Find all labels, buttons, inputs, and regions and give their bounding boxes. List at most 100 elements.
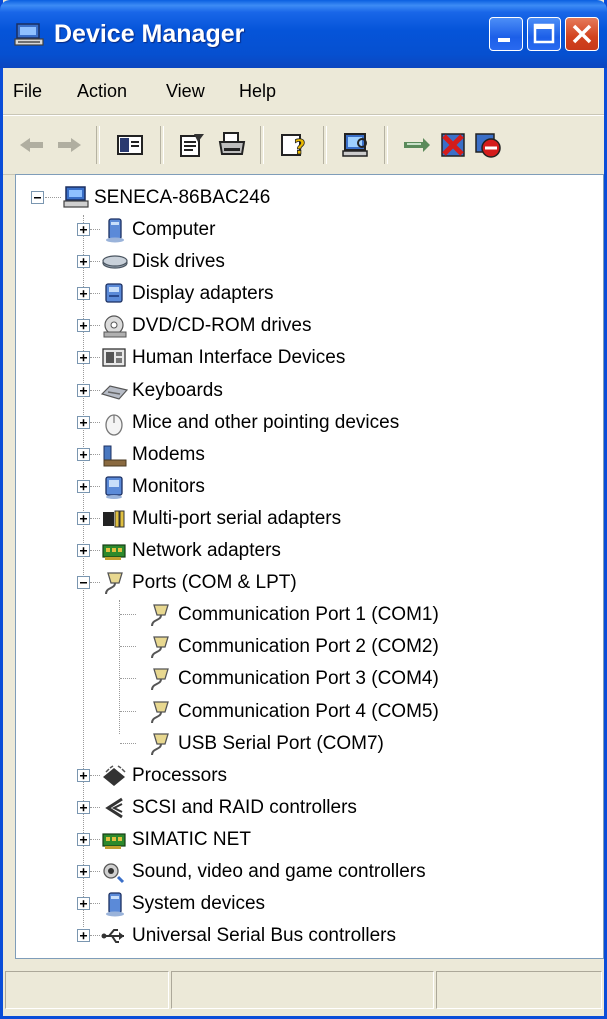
tree-port-item[interactable]: Communication Port 3 (COM4) — [146, 664, 439, 694]
tree-category-label: Human Interface Devices — [132, 347, 346, 369]
tree-guide-line — [90, 550, 100, 551]
minimize-button[interactable] — [489, 17, 523, 51]
toolbar: ? — [3, 115, 604, 175]
tree-category-sound-video-and-game-controllers[interactable]: Sound, video and game controllers — [100, 857, 426, 887]
tree-category-mice-and-other-pointing-devices[interactable]: Mice and other pointing devices — [100, 408, 399, 438]
tree-category-label: Sound, video and game controllers — [132, 861, 426, 882]
plus-icon — [80, 258, 87, 266]
tree-category-display-adapters[interactable]: Display adapters — [100, 279, 274, 309]
device-tree[interactable]: SENECA-86BAC246 Computer Disk drives Displ… — [15, 174, 604, 959]
usb-icon — [101, 929, 124, 944]
plus-icon — [80, 547, 87, 555]
tree-category-label: Universal Serial Bus controllers — [132, 925, 396, 947]
menu-help[interactable]: Help — [239, 81, 276, 102]
tree-category-human-interface-devices[interactable]: Human Interface Devices — [100, 343, 345, 373]
forward-arrow-icon[interactable] — [53, 130, 85, 160]
network-adapter-icon — [102, 544, 126, 560]
tree-guide-line — [90, 421, 100, 423]
tree-root[interactable]: SENECA-86BAC246 — [62, 183, 270, 213]
uninstall-icon[interactable] — [437, 130, 469, 160]
tree-guide-line — [90, 261, 100, 263]
plus-icon — [80, 900, 87, 908]
maximize-icon — [533, 23, 555, 44]
processor-icon — [103, 765, 126, 786]
menu-action[interactable]: Action — [77, 81, 127, 102]
tree-category-monitors[interactable]: Monitors — [100, 472, 205, 502]
tree-expand-toggle[interactable] — [77, 287, 90, 301]
tree-port-item[interactable]: Communication Port 1 (COM1) — [146, 600, 439, 630]
minus-icon — [80, 582, 87, 584]
tree-expand-toggle[interactable] — [77, 865, 90, 878]
tree-category-universal-serial-bus-controllers[interactable]: Universal Serial Bus controllers — [100, 921, 396, 951]
menu-file[interactable]: File — [13, 81, 42, 102]
tree-expand-toggle[interactable] — [77, 544, 90, 557]
tree-guide-line — [90, 325, 100, 327]
scan-hardware-icon[interactable] — [340, 130, 372, 160]
toolbar-separator — [96, 126, 100, 164]
tree-category-processors[interactable]: Processors — [100, 761, 227, 791]
properties-icon[interactable] — [176, 130, 208, 160]
root-collapse-toggle[interactable] — [31, 191, 44, 204]
plus-icon — [80, 226, 87, 234]
tree-expand-toggle[interactable] — [77, 351, 90, 365]
tree-expand-toggle[interactable] — [77, 223, 90, 236]
tree-category-disk-drives[interactable]: Disk drives — [100, 247, 225, 277]
tree-expand-toggle[interactable] — [77, 897, 90, 911]
tree-expand-toggle[interactable] — [77, 415, 90, 429]
back-arrow-icon[interactable] — [16, 130, 48, 160]
tree-port-item[interactable]: Communication Port 4 (COM5) — [146, 697, 439, 727]
tree-expand-toggle[interactable] — [77, 511, 90, 525]
tree-category-system-devices[interactable]: System devices — [100, 889, 265, 919]
show-hide-console-tree-icon[interactable] — [114, 130, 146, 160]
tree-expand-toggle[interactable] — [77, 319, 90, 333]
port-icon — [151, 604, 169, 627]
tree-expand-toggle[interactable] — [77, 768, 90, 782]
tree-category-keyboards[interactable]: Keyboards — [100, 376, 223, 406]
close-button[interactable] — [565, 17, 599, 51]
tree-expand-toggle[interactable] — [77, 576, 90, 590]
tree-category-computer[interactable]: Computer — [100, 215, 215, 245]
update-driver-icon[interactable] — [401, 130, 433, 160]
tree-expand-toggle[interactable] — [77, 929, 90, 943]
tree-expand-toggle[interactable] — [77, 800, 90, 814]
tree-guide-line — [120, 710, 136, 712]
tree-guide-line — [90, 293, 100, 295]
tree-category-scsi-and-raid-controllers[interactable]: SCSI and RAID controllers — [100, 793, 357, 823]
tree-guide-line — [90, 357, 100, 359]
tree-category-label: Computer — [132, 219, 216, 240]
tree-expand-toggle[interactable] — [77, 832, 90, 846]
tree-guide-line — [120, 742, 136, 744]
tree-guide-line — [90, 935, 100, 937]
tree-expand-toggle[interactable] — [77, 383, 90, 397]
print-icon[interactable] — [216, 130, 248, 160]
tree-expand-toggle[interactable] — [77, 255, 90, 269]
tree-expand-toggle[interactable] — [77, 447, 90, 461]
tree-guide-line — [120, 646, 136, 648]
tree-category-dvd-cd-rom-drives[interactable]: DVD/CD-ROM drives — [100, 311, 311, 341]
close-icon — [572, 24, 592, 44]
tree-category-network-adapters[interactable]: Network adapters — [100, 536, 281, 566]
computer-icon — [14, 23, 44, 46]
tree-category-ports-com-lpt[interactable]: Ports (COM & LPT) — [100, 568, 297, 598]
maximize-button[interactable] — [527, 17, 561, 51]
dvd-drive-icon — [103, 315, 127, 338]
menu-view[interactable]: View — [166, 81, 205, 102]
minimize-icon — [498, 38, 510, 42]
mouse-icon — [105, 413, 123, 436]
tree-category-multi-port-serial-adapters[interactable]: Multi-port serial adapters — [100, 504, 341, 534]
menu-bar: File Action View Help — [3, 68, 604, 115]
tree-port-item[interactable]: USB Serial Port (COM7) — [146, 729, 384, 759]
port-icon — [105, 572, 123, 595]
system-device-icon — [106, 892, 124, 917]
tree-port-item[interactable]: Communication Port 2 (COM2) — [146, 632, 439, 662]
tree-category-simatic-net[interactable]: SIMATIC NET — [100, 825, 251, 855]
disable-device-icon[interactable] — [472, 130, 504, 160]
tree-category-label: Keyboards — [132, 379, 223, 401]
title-bar[interactable]: Device Manager — [0, 0, 607, 68]
help-icon[interactable]: ? — [277, 130, 309, 160]
toolbar-separator — [160, 126, 164, 164]
tree-category-modems[interactable]: Modems — [100, 440, 205, 470]
toolbar-separator — [323, 126, 327, 164]
tree-category-label: Monitors — [132, 475, 205, 497]
tree-expand-toggle[interactable] — [77, 479, 90, 493]
